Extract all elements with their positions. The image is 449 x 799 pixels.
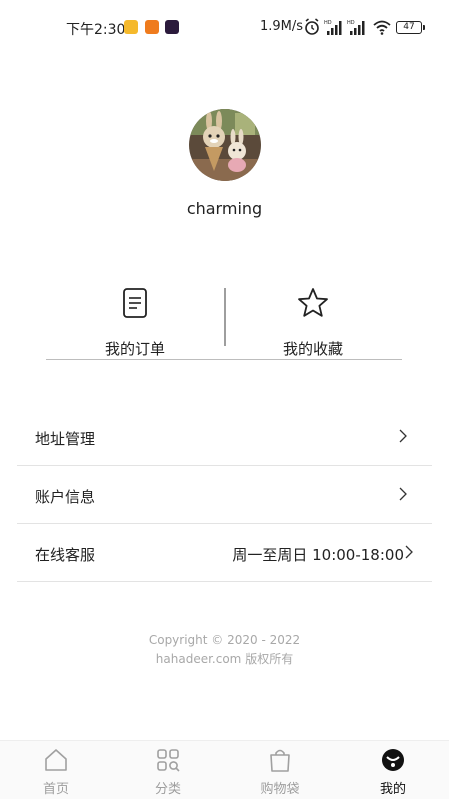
signal-hd-1-icon: HD [324, 20, 342, 35]
svg-text:HD: HD [347, 20, 355, 26]
shopping-bag-icon [270, 749, 290, 772]
menu-item-account[interactable]: 账户信息 [17, 466, 432, 524]
chevron-right-icon [399, 429, 407, 443]
service-hours: 周一至周日 10:00-18:00 [232, 546, 404, 564]
settings-menu: 地址管理 账户信息 在线客服 周一至周日 10:00-18:00 [17, 408, 432, 582]
mi-app-icon [145, 20, 159, 34]
username: charming [186, 199, 263, 218]
tab-category-label: 分类 [154, 782, 181, 797]
svg-text:HD: HD [324, 20, 332, 26]
home-icon [45, 749, 67, 771]
battery-icon: 47 [396, 21, 425, 34]
tab-mine-label: 我的 [379, 782, 406, 797]
tab-mine[interactable]: 我的 [337, 741, 449, 799]
tab-home-label: 首页 [42, 782, 69, 797]
alarm-icon [305, 18, 319, 35]
network-speed: 1.9M/s [260, 19, 304, 34]
bottom-tab-bar: 首页 分类 购物袋 我的 [0, 740, 449, 799]
status-bar: 下午2:30 1.9M/s HD HD 47 [0, 0, 449, 56]
media-app-icon [165, 20, 179, 34]
tab-cart-label: 购物袋 [260, 782, 300, 797]
category-grid-icon [157, 749, 180, 772]
notification-app-icon [124, 20, 138, 34]
copyright-line-2: hahadeer.com 版权所有 [155, 652, 294, 666]
menu-item-address[interactable]: 地址管理 [17, 408, 432, 466]
order-document-icon [123, 288, 147, 318]
quick-actions: 我的订单 我的收藏 [46, 280, 402, 360]
chevron-right-icon [399, 487, 407, 501]
my-orders-button[interactable]: 我的订单 [46, 280, 224, 358]
chevron-right-icon [405, 545, 413, 559]
my-orders-label: 我的订单 [104, 340, 165, 358]
tab-cart[interactable]: 购物袋 [224, 741, 336, 799]
status-time: 下午2:30 [66, 22, 126, 38]
address-label: 地址管理 [35, 430, 96, 448]
star-icon [298, 288, 328, 317]
copyright: Copyright © 2020 - 2022 hahadeer.com 版权所… [0, 631, 449, 669]
tab-category[interactable]: 分类 [112, 741, 224, 799]
signal-hd-2-icon: HD [347, 20, 365, 35]
tab-home[interactable]: 首页 [0, 741, 112, 799]
my-favorites-button[interactable]: 我的收藏 [224, 280, 402, 358]
avatar-image [189, 109, 261, 181]
account-label: 账户信息 [35, 488, 96, 506]
copyright-line-1: Copyright © 2020 - 2022 [148, 633, 301, 647]
avatar[interactable] [189, 109, 261, 181]
service-label: 在线客服 [35, 546, 96, 564]
my-favorites-label: 我的收藏 [282, 340, 343, 358]
wifi-icon [373, 20, 391, 35]
deer-profile-icon [382, 749, 404, 771]
menu-item-service[interactable]: 在线客服 周一至周日 10:00-18:00 [17, 524, 432, 582]
